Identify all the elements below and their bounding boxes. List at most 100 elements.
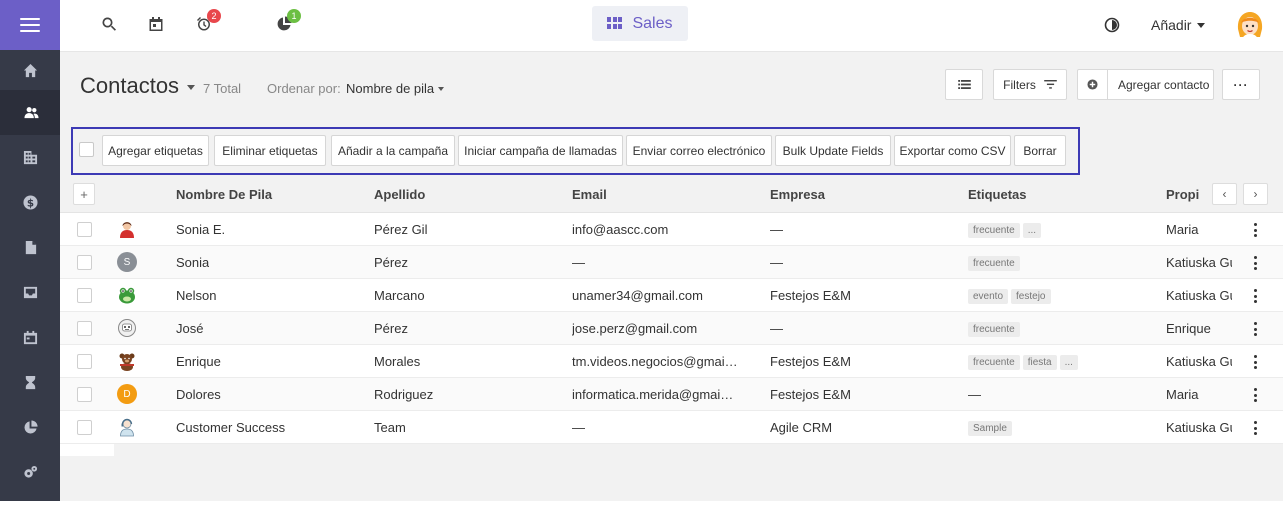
row-checkbox[interactable] [77,420,92,435]
owner-cell: Katiuska Gu [1166,288,1232,303]
module-switcher[interactable]: Sales [592,6,688,41]
robot-avatar-icon [117,318,137,338]
sort-value: Nombre de pila [346,81,435,96]
calendar-button[interactable] [148,16,166,34]
company-cell: Agile CRM [770,420,833,435]
first-name-cell[interactable]: José [176,321,203,336]
row-checkbox[interactable] [77,288,92,303]
row-actions-icon[interactable] [1253,388,1257,402]
first-name-cell[interactable]: Sonia [176,255,209,270]
last-name-cell: Pérez [374,321,408,336]
first-name-cell[interactable]: Sonia E. [176,222,225,237]
row-checkbox[interactable] [77,387,92,402]
table-row[interactable]: S Sonia Pérez — — frecuente Katiuska Gu [60,246,1283,279]
table-row[interactable]: Customer Success Team — Agile CRM Sample… [60,411,1283,444]
remove-tags-button[interactable]: Eliminar etiquetas [214,135,326,166]
table-row[interactable]: Nelson Marcano unamer34@gmail.com Festej… [60,279,1283,312]
more-options-label: ··· [1233,77,1249,92]
reminders-count-badge: 2 [207,9,221,23]
first-name-cell[interactable]: Nelson [176,288,216,303]
building-icon [23,150,37,165]
page-title-dropdown[interactable]: Contactos [80,73,196,99]
scroll-left-button[interactable]: ‹ [1212,183,1237,205]
sidebar-item-activities[interactable] [0,360,60,405]
first-name-cell[interactable]: Customer Success [176,420,285,435]
user-avatar[interactable] [1236,11,1264,41]
row-actions-icon[interactable] [1253,322,1257,336]
column-header-last-name[interactable]: Apellido [374,187,425,202]
sidebar: $ [0,0,60,501]
send-email-button[interactable]: Enviar correo electrónico [626,135,772,166]
more-options-button[interactable]: ··· [1222,69,1260,100]
tag-more-badge[interactable]: ... [1022,223,1042,238]
document-icon [25,240,36,255]
delete-button[interactable]: Borrar [1014,135,1066,166]
sidebar-item-documents[interactable] [0,225,60,270]
column-header-tags[interactable]: Etiquetas [968,187,1027,202]
sidebar-item-contacts[interactable] [0,90,60,135]
owner-cell: Katiuska Gu [1166,255,1232,270]
table-footer-strip [60,444,114,456]
tags-cell: Sample [968,419,1015,436]
sidebar-item-home[interactable] [0,50,60,90]
add-contact-button[interactable]: Agregar contacto [1077,69,1214,100]
column-header-owner[interactable]: Propi [1166,187,1206,202]
search-button[interactable] [101,16,119,34]
sort-label: Ordenar por: [267,81,341,96]
add-to-campaign-button[interactable]: Añadir a la campaña [331,135,455,166]
table-row[interactable]: Enrique Morales tm.videos.negocios@gmai…… [60,345,1283,378]
row-actions-icon[interactable] [1253,355,1257,369]
tags-cell: frecuente [968,254,1023,271]
export-csv-button[interactable]: Exportar como CSV [894,135,1011,166]
row-checkbox[interactable] [77,222,92,237]
contacts-table: + Nombre De Pila Apellido Email Empresa … [60,178,1283,444]
inbox-icon [23,286,37,299]
table-row[interactable]: José Pérez jose.perz@gmail.com — frecuen… [60,312,1283,345]
bulk-update-fields-button[interactable]: Bulk Update Fields [775,135,891,166]
apps-grid-icon [607,17,623,30]
menu-toggle-button[interactable] [0,0,60,50]
add-column-button[interactable]: + [73,183,95,205]
row-actions-icon[interactable] [1253,223,1257,237]
reminders-button[interactable]: 2 [196,9,221,34]
sort-dropdown[interactable]: Nombre de pila [346,81,445,96]
search-icon [102,17,116,31]
sidebar-item-settings[interactable] [0,450,60,495]
last-name-cell: Pérez Gil [374,222,428,237]
table-row[interactable]: Sonia E. Pérez Gil info@aascc.com — frec… [60,213,1283,246]
sidebar-item-deals[interactable]: $ [0,180,60,225]
start-call-campaign-button[interactable]: Iniciar campaña de llamadas [458,135,623,166]
row-checkbox[interactable] [77,354,92,369]
sidebar-item-companies[interactable] [0,135,60,180]
row-checkbox[interactable] [77,255,92,270]
column-header-first-name[interactable]: Nombre De Pila [176,187,272,202]
gears-icon [23,465,37,478]
tag-more-badge[interactable]: ... [1059,355,1078,370]
list-view-button[interactable] [945,69,983,100]
add-menu-dropdown[interactable]: Añadir [1151,17,1206,33]
sidebar-item-inbox[interactable] [0,270,60,315]
first-name-cell[interactable]: Enrique [176,354,221,369]
contrast-icon [1104,17,1120,33]
column-header-email[interactable]: Email [572,187,607,202]
scroll-right-button[interactable]: › [1243,183,1268,205]
sidebar-item-calendar[interactable] [0,315,60,360]
tag-badge: frecuente [968,355,1020,370]
column-header-company[interactable]: Empresa [770,187,825,202]
list-icon [957,80,971,89]
tag-badge: frecuente [968,223,1020,238]
row-checkbox[interactable] [77,321,92,336]
select-all-checkbox[interactable] [79,142,94,157]
row-actions-icon[interactable] [1253,289,1257,303]
theme-toggle-button[interactable] [1104,17,1120,33]
row-actions-icon[interactable] [1253,256,1257,270]
row-actions-icon[interactable] [1253,421,1257,435]
table-row[interactable]: D Dolores Rodriguez informatica.merida@g… [60,378,1283,411]
add-tags-button[interactable]: Agregar etiquetas [102,135,209,166]
filters-button[interactable]: Filters [993,69,1067,100]
sidebar-item-reports[interactable] [0,405,60,450]
reports-button[interactable]: 1 [276,9,301,34]
table-header: + Nombre De Pila Apellido Email Empresa … [60,178,1283,213]
first-name-cell[interactable]: Dolores [176,387,221,402]
company-cell: Festejos E&M [770,354,851,369]
